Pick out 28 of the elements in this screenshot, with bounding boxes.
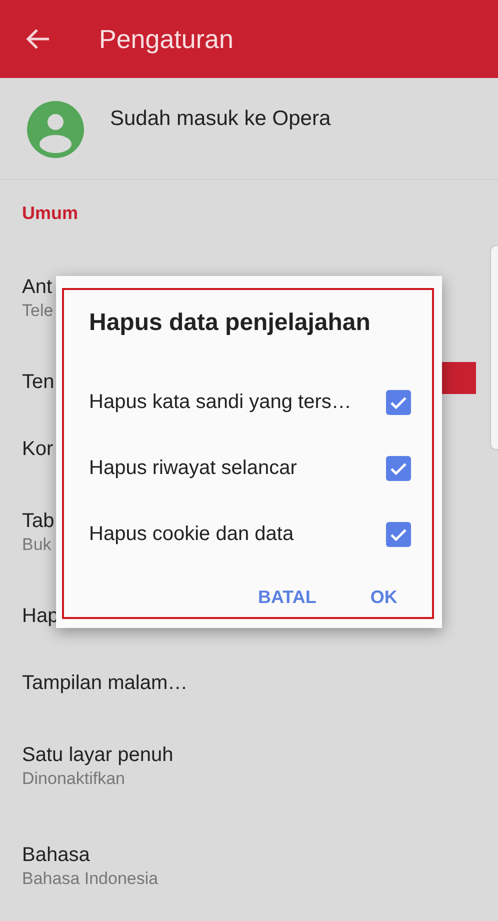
setting-title[interactable]: Satu layar penuh [22,742,174,768]
checkbox[interactable] [386,456,411,480]
setting-title[interactable]: Kor [22,436,54,462]
account-status[interactable]: Sudah masuk ke Opera [110,103,331,134]
back-icon [25,28,51,50]
check-icon [390,462,407,474]
setting-subtitle: Tele [22,300,54,322]
setting-title[interactable]: Tab [22,508,54,534]
check-icon [390,528,407,540]
setting-title[interactable]: Ant [22,274,52,300]
screen-title: Pengaturan [99,22,234,56]
avatar-icon [27,101,84,158]
dialog-button[interactable]: OK [358,578,410,617]
setting-title[interactable]: Ten [22,368,54,394]
setting-subtitle: Dinonaktifkan [22,768,126,790]
option-label: Hapus kata sandi yang ters… [89,390,352,415]
dialog-button[interactable]: BATAL [246,578,328,617]
setting-subtitle: Buk [22,534,52,556]
setting-subtitle: Bahasa Indonesia [22,868,158,890]
setting-title[interactable]: Bahasa [22,842,90,868]
option-label: Hapus riwayat selancar [89,456,297,481]
checkbox[interactable] [386,390,411,414]
section-header: Umum [22,202,80,224]
dialog-title: Hapus data penjelajahan [89,308,370,338]
setting-title[interactable]: Tampilan malam… [22,670,188,696]
check-icon [390,396,407,408]
checkbox[interactable] [386,522,411,546]
option-label: Hapus cookie dan data [89,522,294,547]
